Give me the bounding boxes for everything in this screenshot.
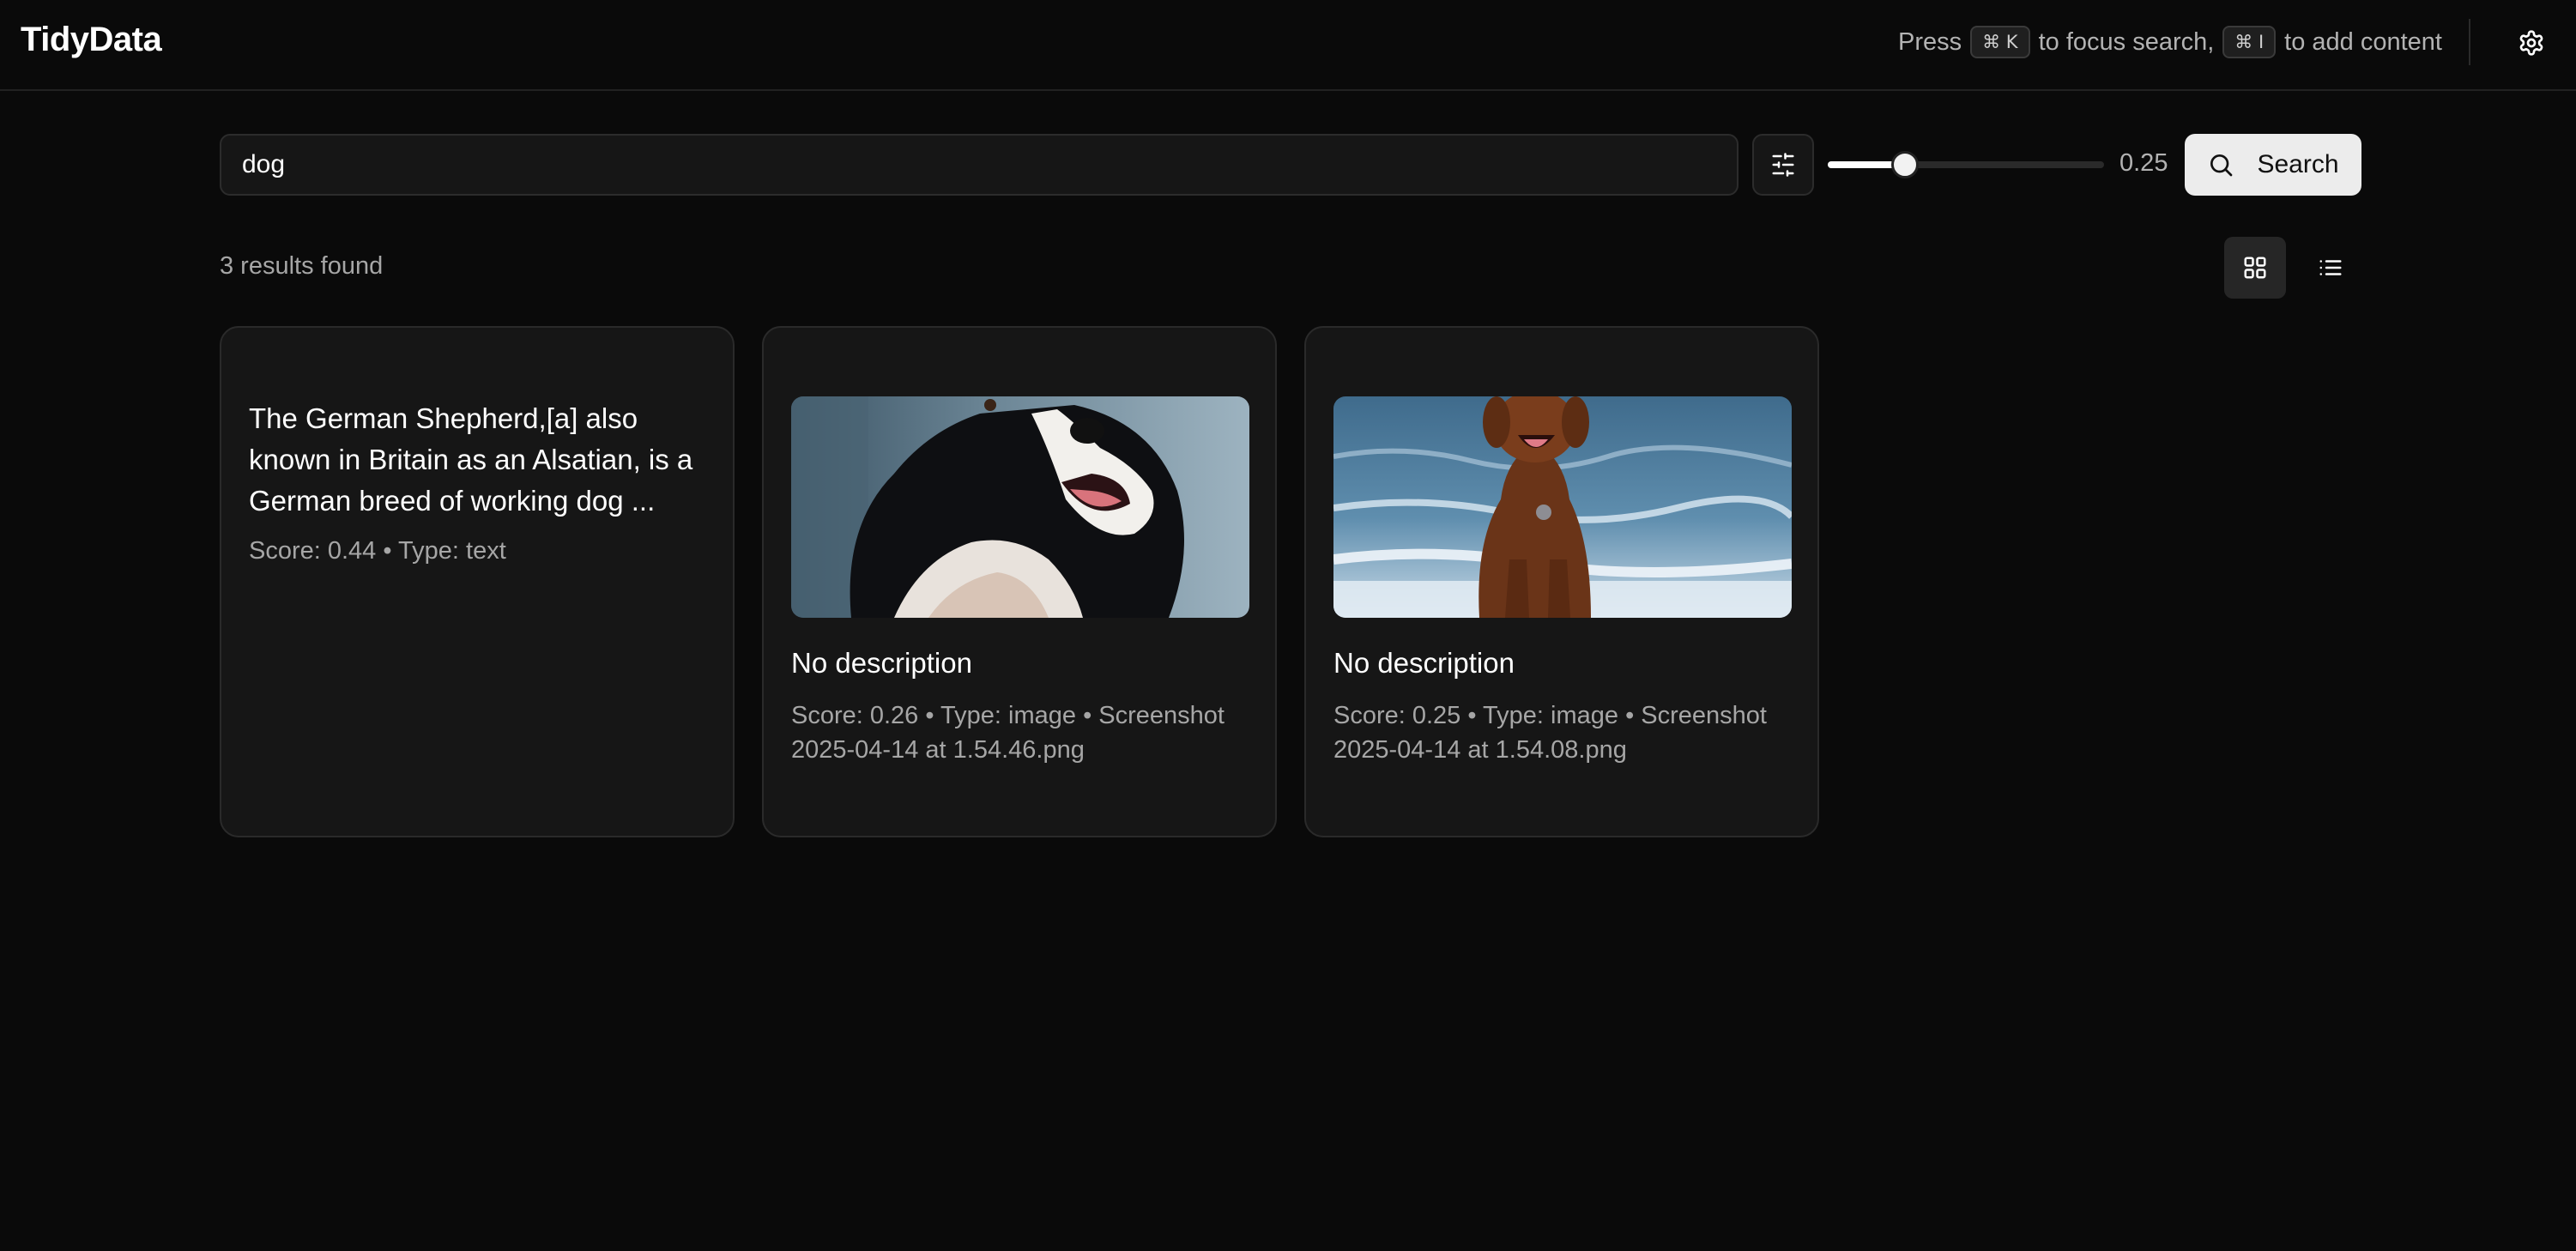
border-collie-photo [791,396,1249,618]
gear-icon [2519,30,2543,56]
grid-view-button[interactable] [2224,237,2286,299]
app-logo[interactable]: TidyData [21,21,162,59]
settings-button[interactable] [2513,24,2550,62]
result-title: No description [791,647,972,679]
search-input[interactable] [220,134,1738,196]
top-bar: TidyData Press ⌘ K to focus search, ⌘ I … [0,0,2576,91]
result-meta: Score: 0.26 • Type: image • Screenshot 2… [791,702,1225,764]
list-icon [2319,260,2342,275]
result-thumbnail [1333,396,1792,618]
result-title: The German Shepherd,[a] also known in Br… [249,402,693,517]
results-count: 3 results found [220,252,384,280]
list-view-button[interactable] [2300,237,2361,299]
result-title: No description [1333,647,1515,679]
sliders-horizontal-icon [1772,153,1794,177]
add-shortcut-key: ⌘ I [2222,26,2277,58]
filter-button[interactable] [1752,134,1814,196]
shortcut-hint: Press ⌘ K to focus search, ⌘ I to add co… [1898,26,2442,58]
search-button-label: Search [2257,150,2339,178]
result-thumbnail [791,396,1249,618]
result-meta: Score: 0.25 • Type: image • Screenshot 2… [1333,702,1767,764]
header-divider [2469,19,2470,65]
hint-search-text: to focus search, [2038,27,2215,56]
result-card[interactable]: No description Score: 0.26 • Type: image… [762,326,1277,837]
slider-thumb[interactable] [1891,151,1919,178]
result-meta: Score: 0.44 • Type: text [249,537,506,565]
search-icon [2210,154,2233,177]
search-button[interactable]: Search [2185,134,2361,196]
brown-retriever-beach-photo [1333,396,1792,618]
hint-add-text: to add content [2284,27,2442,56]
threshold-slider[interactable] [1828,151,2104,178]
result-card[interactable]: No description Score: 0.25 • Type: image… [1304,326,1819,837]
hint-press-text: Press [1897,27,1962,56]
threshold-value: 0.25 [2119,149,2168,177]
search-shortcut-key: ⌘ K [1970,26,2030,58]
grid-icon [2244,257,2266,279]
result-card[interactable]: The German Shepherd,[a] also known in Br… [220,326,735,837]
